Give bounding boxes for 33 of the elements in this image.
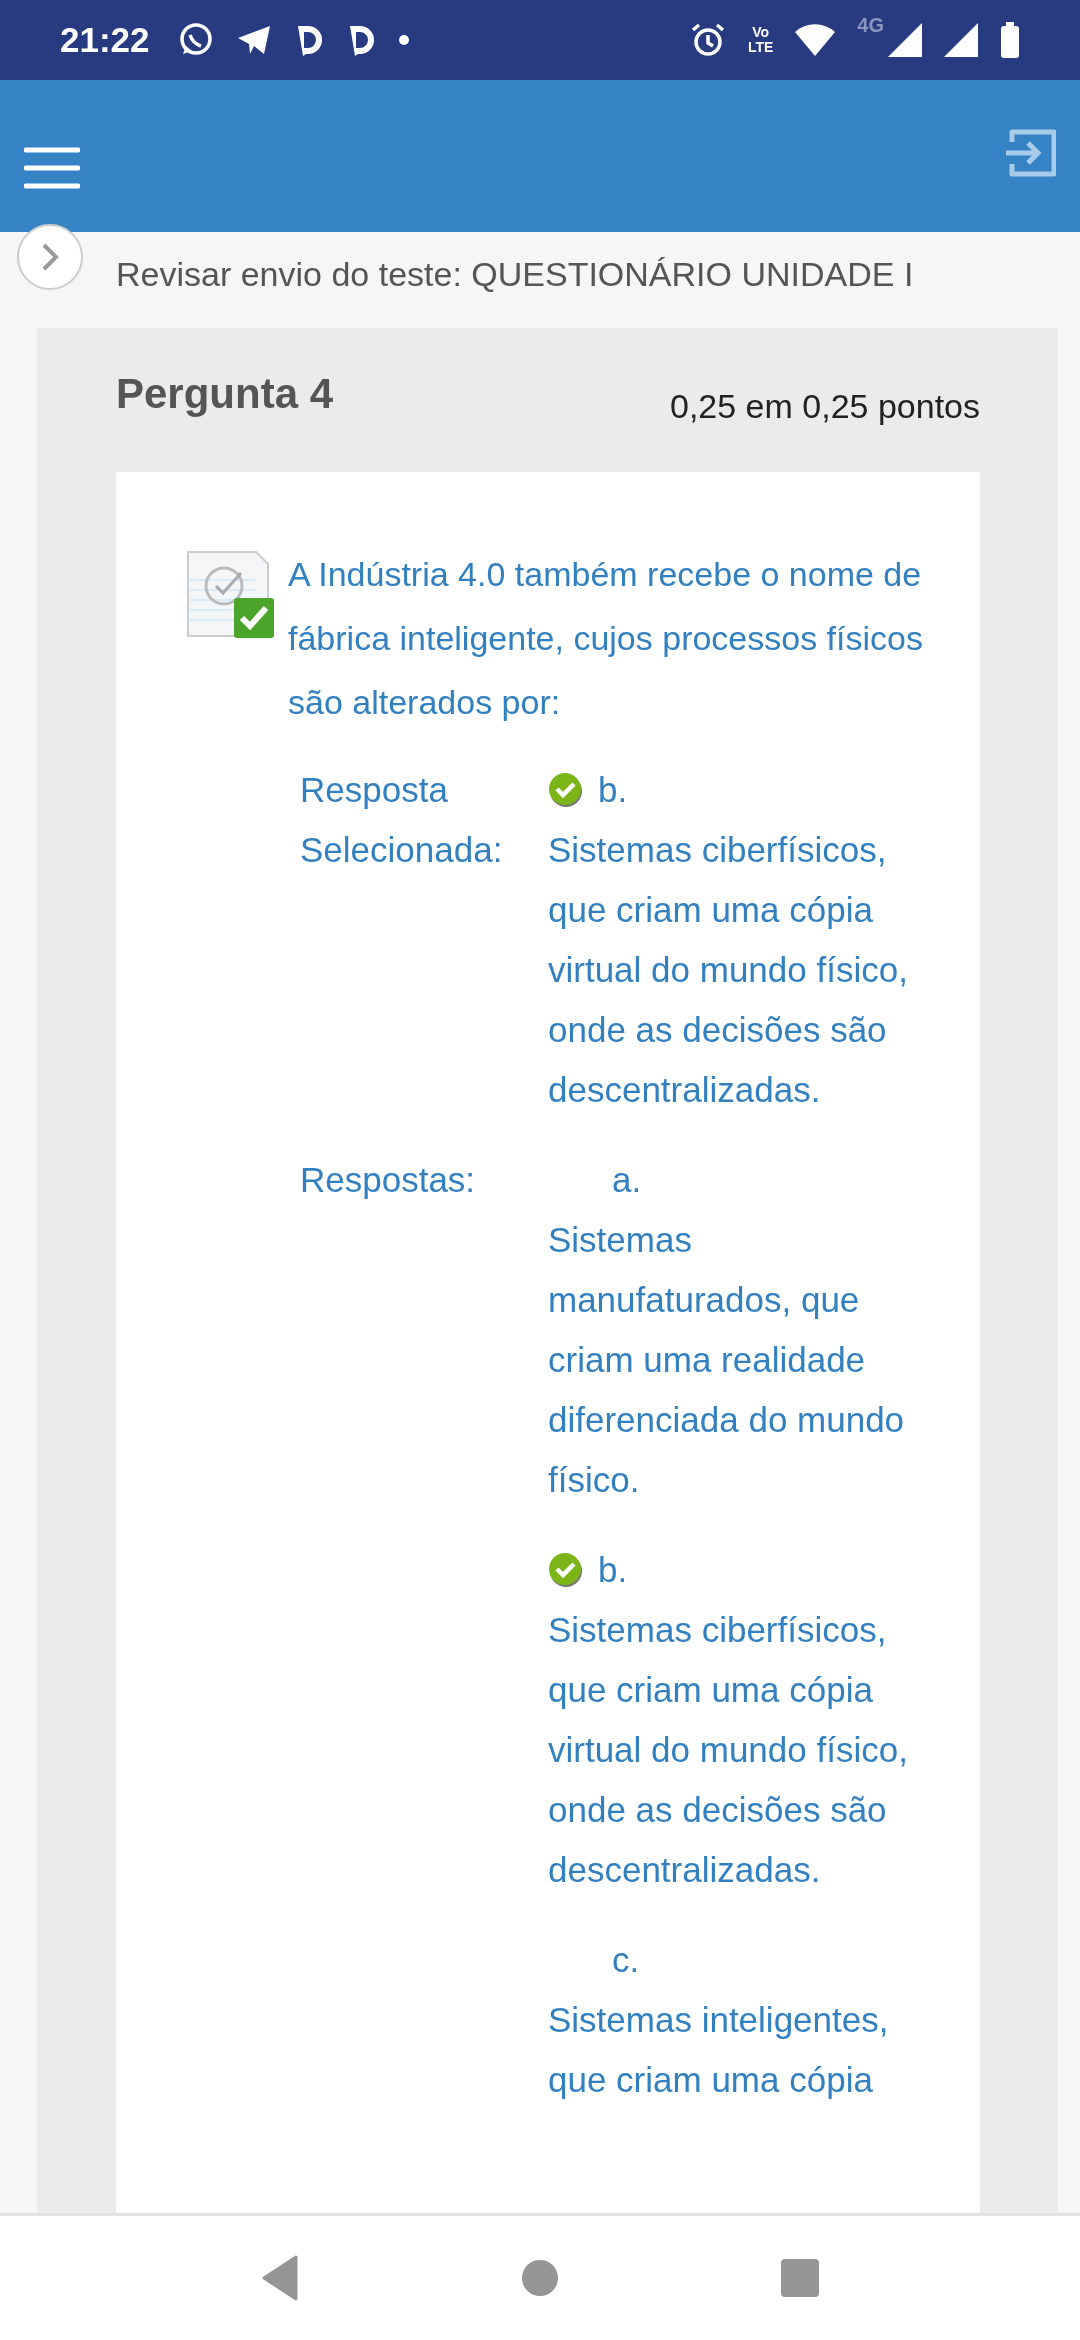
answer-text: Sistemas ciberfísicos, que criam uma cópia virtual do mundo físico, onde as decisões são descentralizadas. <box>548 1609 909 1891</box>
signal-icon <box>944 23 978 57</box>
menu-icon[interactable] <box>24 146 80 190</box>
answer-letter: b. <box>598 1550 628 1590</box>
check-icon <box>548 1552 584 1588</box>
score-text: 0,25 em 0,25 pontos <box>670 386 980 426</box>
exit-icon[interactable] <box>1004 128 1056 178</box>
chevron-icon <box>40 242 60 272</box>
chat-icon <box>177 22 214 58</box>
status-time: 21:22 <box>60 20 150 60</box>
alarm-icon <box>689 22 726 58</box>
answer-text: Sistemas inteligentes, que criam uma cópia <box>548 1999 890 2101</box>
volte-icon: Vo LTE <box>747 25 774 55</box>
page-title: Revisar envio do teste: QUESTIONÁRIO UNIDADE I <box>116 254 914 294</box>
answer-text: Sistemas ciberfísicos, que criam uma cópia virtual do mundo físico, onde as decisões são descentralizadas. <box>548 829 909 1111</box>
question-text: A Indústria 4.0 também recebe o nome de fábrica inteligente, cujos processos físicos são alterados por: <box>288 554 924 723</box>
answer-text: Sistemas manufaturados, que criam uma realidade diferenciada do mundo físico. <box>548 1219 906 1501</box>
home-icon[interactable] <box>521 2259 559 2297</box>
answer-letter: a. <box>612 1160 642 1200</box>
network-label: 4G <box>857 14 884 37</box>
signal-icon <box>888 23 922 57</box>
answer-letter: c. <box>612 1940 640 1980</box>
answer-letter: b. <box>598 770 628 810</box>
answer-label: Respostas: <box>300 1159 477 1201</box>
check-icon <box>548 772 584 808</box>
graded-document-icon <box>186 550 276 640</box>
recents-icon[interactable] <box>779 2258 820 2298</box>
back-icon[interactable] <box>260 2255 301 2301</box>
wifi-icon <box>795 24 836 56</box>
dot-icon <box>397 34 410 46</box>
battery-icon <box>1000 22 1020 58</box>
answer-label: Resposta Selecionada: <box>300 769 504 871</box>
question-title: Pergunta 4 <box>116 370 334 418</box>
